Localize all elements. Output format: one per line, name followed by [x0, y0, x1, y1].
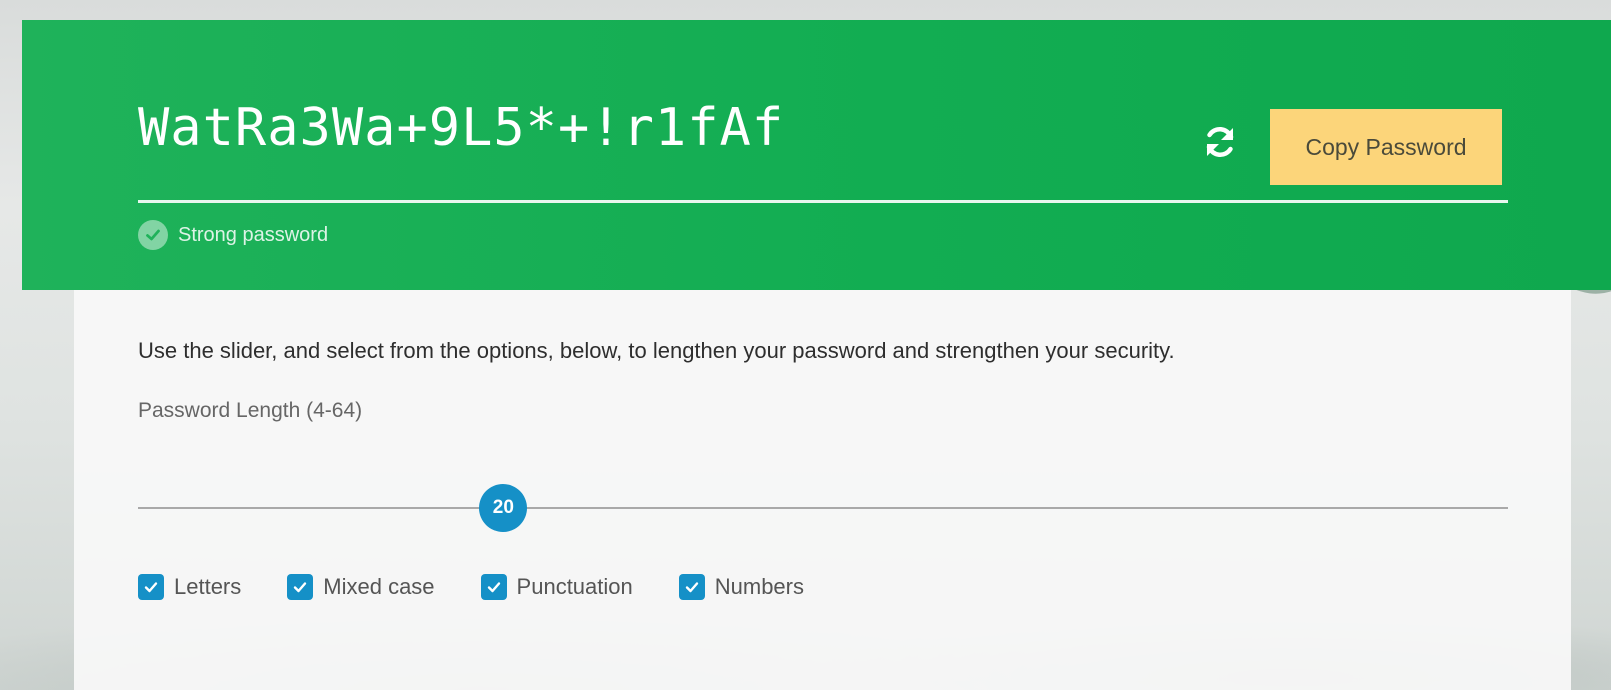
- letters-label: Letters: [174, 574, 242, 599]
- option-mixed-case[interactable]: Mixed case: [287, 574, 435, 600]
- checkmark-icon: [685, 582, 698, 593]
- punctuation-label: Punctuation: [516, 574, 633, 599]
- option-letters[interactable]: Letters: [138, 574, 241, 600]
- instructions-text: Use the slider, and select from the opti…: [138, 338, 1175, 363]
- refresh-icon: [1206, 127, 1234, 157]
- header-divider: [138, 200, 1508, 203]
- check-circle-icon: [138, 220, 168, 250]
- numbers-checkbox[interactable]: [678, 574, 705, 600]
- password-header: WatRa3Wa+9L5*+!r1fAf Copy Password Stron…: [22, 20, 1611, 290]
- strength-indicator: Strong password: [138, 220, 328, 250]
- numbers-label: Numbers: [714, 574, 804, 599]
- checkmark-icon: [144, 582, 158, 593]
- checkmark-icon: [487, 582, 500, 593]
- copy-password-button[interactable]: Copy Password: [1270, 109, 1502, 185]
- strength-label: Strong password: [178, 223, 329, 246]
- settings-panel: Use the slider, and select from the opti…: [74, 290, 1571, 690]
- punctuation-checkbox[interactable]: [480, 574, 507, 600]
- mixed-case-label: Mixed case: [323, 574, 435, 599]
- checkmark-icon: [294, 582, 307, 593]
- letters-checkbox[interactable]: [138, 574, 164, 600]
- password-length-slider-thumb[interactable]: 20: [479, 484, 528, 532]
- password-length-slider-track[interactable]: [138, 507, 1508, 509]
- mixed-case-checkbox[interactable]: [287, 574, 314, 600]
- generated-password[interactable]: WatRa3Wa+9L5*+!r1fAf: [138, 98, 784, 158]
- password-length-label: Password Length (4-64): [138, 399, 363, 422]
- character-options: Letters Mixed case Punctuation Numbers: [138, 574, 850, 600]
- regenerate-button[interactable]: [1198, 120, 1242, 164]
- option-numbers[interactable]: Numbers: [678, 574, 804, 600]
- option-punctuation[interactable]: Punctuation: [480, 574, 633, 600]
